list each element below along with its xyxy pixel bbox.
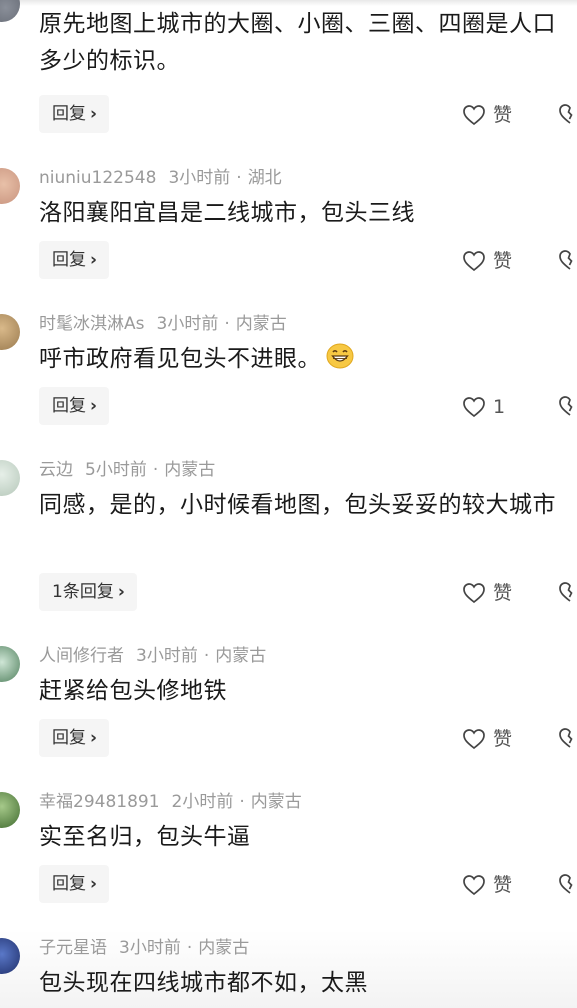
username[interactable]: 云边 <box>39 459 73 481</box>
separator: · <box>152 460 159 480</box>
reply-button[interactable]: 回复 › <box>39 241 110 279</box>
like-count: 赞 <box>493 103 513 126</box>
broken-heart-outline-icon[interactable] <box>558 869 577 899</box>
comment-text: 同感，是的，小时候看地图，包头妥妥的较大城市 <box>39 492 556 518</box>
heart-outline-icon <box>463 582 485 603</box>
comment-meta: 幸福29481891 2小时前 · 内蒙古 <box>39 791 302 813</box>
comment-text: 原先地图上城市的大圈、小圈、三圈、四圈是人口多少的标识。 <box>39 11 556 74</box>
chevron-right-icon: › <box>117 582 125 602</box>
comment-meta: 云边 5小时前 · 内蒙古 <box>39 459 215 481</box>
reply-button[interactable]: 回复 › <box>39 387 110 425</box>
heart-outline-icon <box>463 728 485 749</box>
avatar[interactable] <box>0 0 20 22</box>
like-button[interactable]: 赞 <box>462 99 512 129</box>
username[interactable]: 人间修行者 <box>39 645 124 667</box>
comment-meta: 人间修行者 3小时前 · 内蒙古 <box>39 645 266 667</box>
timestamp: 3小时前 <box>168 168 231 188</box>
like-button[interactable]: 赞 <box>462 869 512 899</box>
reply-button[interactable]: 回复 › <box>39 95 110 133</box>
heart-outline-icon <box>463 104 485 125</box>
heart-outline-icon <box>463 874 485 895</box>
grinning-face-icon <box>326 343 354 369</box>
chevron-right-icon: › <box>90 250 98 270</box>
timestamp: 3小时前 <box>136 646 198 666</box>
reply-button[interactable]: 回复 › <box>39 719 110 757</box>
reply-button[interactable]: 1条回复 › <box>39 573 137 611</box>
chevron-right-icon: › <box>90 728 98 748</box>
broken-heart-outline-icon[interactable] <box>558 723 577 753</box>
comment-text: 实至名归，包头牛逼 <box>39 824 251 850</box>
reply-label: 回复 <box>52 250 86 270</box>
separator: · <box>203 646 210 666</box>
like-button[interactable]: 赞 <box>462 245 512 275</box>
reply-label: 回复 <box>52 104 86 124</box>
heart-outline-icon <box>463 396 485 417</box>
username[interactable]: niuniu122548 <box>39 167 156 189</box>
broken-heart-outline-icon[interactable] <box>558 391 577 421</box>
avatar[interactable] <box>0 646 20 682</box>
comment-text-body: 呼市政府看见包头不进眼。 <box>39 346 321 372</box>
location: 内蒙古 <box>250 792 302 812</box>
comment-meta: 子元星语 3小时前 · 内蒙古 <box>39 937 249 959</box>
chevron-right-icon: › <box>90 396 98 416</box>
reply-label: 1条回复 <box>52 582 114 602</box>
like-count: 1 <box>493 395 506 418</box>
like-button[interactable]: 赞 <box>462 577 512 607</box>
comment-text: 洛阳襄阳宜昌是二线城市，包头三线 <box>39 200 415 226</box>
location: 内蒙古 <box>235 314 287 334</box>
like-count: 赞 <box>493 581 513 604</box>
heart-outline-icon <box>463 250 485 271</box>
broken-heart-outline-icon[interactable] <box>558 245 577 275</box>
location: 内蒙古 <box>198 938 250 958</box>
like-button[interactable]: 1 <box>462 391 505 421</box>
timestamp: 3小时前 <box>156 314 219 334</box>
username[interactable]: 时髦冰淇淋As <box>39 313 145 335</box>
location: 湖北 <box>247 168 282 188</box>
separator: · <box>236 168 242 188</box>
separator: · <box>186 938 193 958</box>
like-count: 赞 <box>493 873 513 896</box>
separator: · <box>239 792 245 812</box>
avatar[interactable] <box>0 168 20 204</box>
username[interactable]: 子元星语 <box>39 937 107 959</box>
comment-meta: niuniu122548 3小时前 · 湖北 <box>39 167 282 189</box>
comment-text: 赶紧给包头修地铁 <box>39 678 227 704</box>
username[interactable]: 幸福29481891 <box>39 791 160 813</box>
comment-text: 包头现在四线城市都不如，太黑 <box>39 970 368 996</box>
chevron-right-icon: › <box>90 874 98 894</box>
timestamp: 5小时前 <box>85 460 147 480</box>
like-button[interactable]: 赞 <box>462 723 512 753</box>
like-count: 赞 <box>493 249 513 272</box>
chevron-right-icon: › <box>90 104 98 124</box>
like-count: 赞 <box>493 727 513 750</box>
separator: · <box>224 314 230 334</box>
avatar[interactable] <box>0 314 20 350</box>
comment-meta: 时髦冰淇淋As 3小时前 · 内蒙古 <box>39 313 287 335</box>
location: 内蒙古 <box>164 460 216 480</box>
timestamp: 3小时前 <box>119 938 181 958</box>
reply-label: 回复 <box>52 728 86 748</box>
reply-button[interactable]: 回复 › <box>39 865 110 903</box>
broken-heart-outline-icon[interactable] <box>558 577 577 607</box>
comment-list-page: 原先地图上城市的大圈、小圈、三圈、四圈是人口多少的标识。 回复 › 赞 niuni… <box>0 0 577 1008</box>
reply-label: 回复 <box>52 396 86 416</box>
comment-text: 呼市政府看见包头不进眼。 <box>39 341 569 378</box>
broken-heart-outline-icon[interactable] <box>558 99 577 129</box>
timestamp: 2小时前 <box>171 792 234 812</box>
location: 内蒙古 <box>215 646 267 666</box>
reply-label: 回复 <box>52 874 86 894</box>
avatar[interactable] <box>0 792 20 828</box>
avatar[interactable] <box>0 460 20 496</box>
